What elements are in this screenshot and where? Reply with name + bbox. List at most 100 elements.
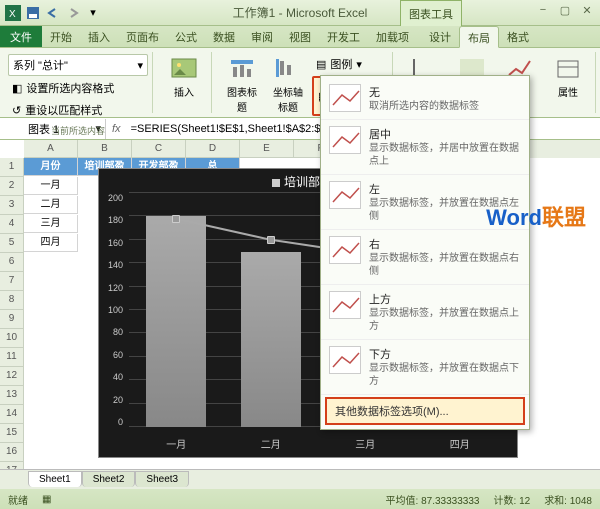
menu-item-description: 显示数据标签，并居中放置在数据点上 [369, 142, 521, 168]
window-controls: − ▢ ✕ [534, 2, 596, 18]
axis-titles-icon [272, 56, 304, 82]
data-labels-menu-item[interactable]: 右显示数据标签，并放置在数据点右侧 [321, 230, 529, 285]
legend-label: 图例 [330, 56, 352, 72]
data-cell[interactable]: 四月 [24, 234, 78, 252]
tab-file[interactable]: 文件 [0, 26, 42, 47]
row-header[interactable]: 16 [0, 443, 24, 462]
properties-label: 属性 [558, 84, 578, 99]
menu-item-title: 下方 [369, 346, 521, 362]
row-header[interactable]: 8 [0, 291, 24, 310]
menu-item-description: 显示数据标签，并放置在数据点左侧 [369, 197, 521, 223]
row-header[interactable]: 6 [0, 253, 24, 272]
row-header[interactable]: 10 [0, 329, 24, 348]
menu-item-title: 居中 [369, 126, 521, 142]
tab-developer[interactable]: 开发工 [319, 26, 368, 47]
tab-pagelayout[interactable]: 页面布 [118, 26, 167, 47]
series-selector-label: 系列 "总计" [13, 57, 68, 73]
quick-access-toolbar: X ▾ [4, 4, 102, 22]
chart-title-icon [226, 56, 258, 82]
header-cell[interactable]: 月份 [24, 158, 78, 176]
row-header[interactable]: 7 [0, 272, 24, 291]
legend-icon: ▤ [316, 58, 326, 71]
sheet-tab-bar: Sheet1 Sheet2 Sheet3 [0, 469, 600, 489]
tab-layout[interactable]: 布局 [459, 26, 499, 48]
data-labels-menu-item[interactable]: 下方显示数据标签，并放置在数据点下方 [321, 340, 529, 395]
format-selection-label: 设置所选内容格式 [26, 80, 114, 96]
ribbon-group-selection: 系列 "总计"▾ ◧ 设置所选内容格式 ↺ 重设以匹配样式 当前所选内容 [4, 52, 153, 113]
picture-icon [168, 56, 200, 82]
data-labels-menu-item[interactable]: 无取消所选内容的数据标签 [321, 78, 529, 120]
tab-data[interactable]: 数据 [205, 26, 243, 47]
menu-item-description: 取消所选内容的数据标签 [369, 100, 479, 113]
close-icon[interactable]: ✕ [578, 2, 596, 18]
chart-title-label: 图表标题 [222, 84, 262, 114]
data-labels-option-icon [329, 291, 361, 319]
row-header[interactable]: 4 [0, 215, 24, 234]
row-header[interactable]: 3 [0, 196, 24, 215]
data-labels-option-icon [329, 126, 361, 154]
status-ready: 就绪 [8, 492, 28, 507]
tab-review[interactable]: 审阅 [243, 26, 281, 47]
save-icon[interactable] [24, 4, 42, 22]
tab-insert[interactable]: 插入 [80, 26, 118, 47]
menu-item-title: 左 [369, 181, 521, 197]
sheet-tab[interactable]: Sheet1 [28, 471, 82, 487]
minimize-icon[interactable]: − [534, 2, 552, 18]
excel-icon: X [4, 4, 22, 22]
row-header[interactable]: 14 [0, 405, 24, 424]
tab-formulas[interactable]: 公式 [167, 26, 205, 47]
col-header[interactable]: B [78, 140, 132, 158]
tab-design[interactable]: 设计 [421, 26, 459, 47]
tab-addins[interactable]: 加载项 [368, 26, 417, 47]
data-cell[interactable]: 三月 [24, 215, 78, 233]
row-header[interactable]: 5 [0, 234, 24, 253]
series-selector[interactable]: 系列 "总计" ▾ [8, 54, 148, 76]
legend-button[interactable]: ▤ 图例▾ [312, 54, 388, 74]
row-header[interactable]: 13 [0, 386, 24, 405]
format-selection-button[interactable]: ◧ 设置所选内容格式 [8, 78, 148, 98]
data-labels-menu-item[interactable]: 上方显示数据标签，并放置在数据点上方 [321, 285, 529, 340]
data-labels-menu-item[interactable]: 居中显示数据标签，并居中放置在数据点上 [321, 120, 529, 175]
row-header[interactable]: 12 [0, 367, 24, 386]
menu-item-title: 上方 [369, 291, 521, 307]
data-cell[interactable]: 一月 [24, 177, 78, 195]
maximize-icon[interactable]: ▢ [556, 2, 574, 18]
sheet-tab[interactable]: Sheet3 [135, 471, 189, 487]
tab-format[interactable]: 格式 [499, 26, 537, 47]
more-data-label-options[interactable]: 其他数据标签选项(M)... [325, 397, 525, 425]
menu-item-description: 显示数据标签，并放置在数据点右侧 [369, 252, 521, 278]
title-bar: X ▾ 工作簿1 - Microsoft Excel 图表工具 − ▢ ✕ [0, 0, 600, 26]
axis-titles-button[interactable]: 坐标轴标题 [266, 54, 310, 116]
row-header[interactable]: 9 [0, 310, 24, 329]
chart-line-marker[interactable] [172, 215, 180, 223]
reset-style-button[interactable]: ↺ 重设以匹配样式 [8, 100, 148, 120]
row-header[interactable]: 11 [0, 348, 24, 367]
chart-line-marker[interactable] [267, 236, 275, 244]
tab-view[interactable]: 视图 [281, 26, 319, 47]
tab-home[interactable]: 开始 [42, 26, 80, 47]
qat-dropdown-icon[interactable]: ▾ [84, 4, 102, 22]
data-cell[interactable]: 二月 [24, 196, 78, 214]
data-labels-option-icon [329, 84, 361, 112]
data-labels-option-icon [329, 236, 361, 264]
properties-button[interactable]: 属性 [545, 54, 591, 111]
col-header[interactable]: E [240, 140, 294, 158]
row-header[interactable]: 1 [0, 158, 24, 177]
chart-title-button[interactable]: 图表标题 [220, 54, 264, 116]
col-header[interactable]: D [186, 140, 240, 158]
redo-icon[interactable] [64, 4, 82, 22]
axis-titles-label: 坐标轴标题 [268, 84, 308, 114]
row-header[interactable]: 2 [0, 177, 24, 196]
insert-button[interactable]: 插入 [161, 54, 207, 101]
format-selection-icon: ◧ [12, 82, 22, 95]
ribbon-group-insert: 插入 [157, 52, 212, 113]
col-header[interactable]: C [132, 140, 186, 158]
chart-x-axis: 一月二月三月四月 [129, 436, 507, 451]
col-header[interactable]: A [24, 140, 78, 158]
sheet-tab[interactable]: Sheet2 [82, 471, 136, 487]
menu-item-title: 无 [369, 84, 479, 100]
chevron-down-icon: ▾ [137, 59, 143, 72]
row-header[interactable]: 15 [0, 424, 24, 443]
data-labels-menu-item[interactable]: 左显示数据标签，并放置在数据点左侧 [321, 175, 529, 230]
undo-icon[interactable] [44, 4, 62, 22]
